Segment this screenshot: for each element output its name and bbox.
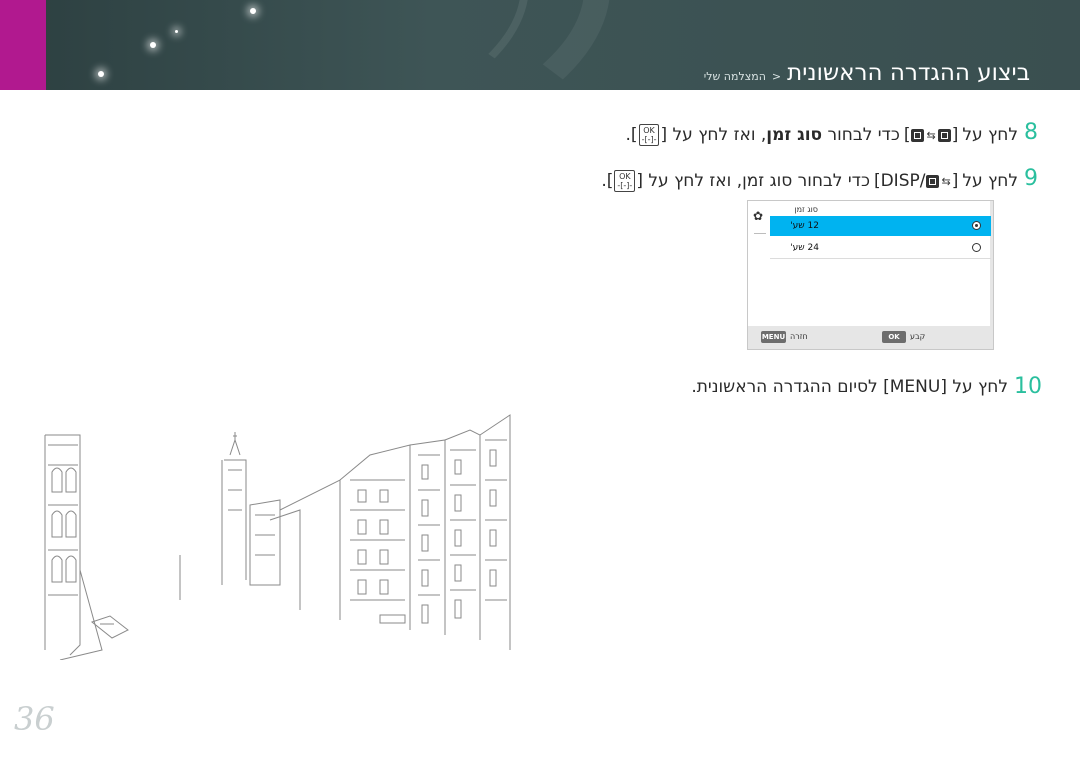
step-text: . — [601, 171, 607, 191]
sparkle-icon — [150, 42, 156, 48]
camera-screen: ✿ סוג זמן 12 שע' 24 שע' MENU חזרה OK קבע — [747, 200, 994, 350]
ok-icon: OK -[-]- — [614, 170, 636, 192]
radio-selected-icon[interactable] — [972, 221, 981, 230]
option-label: 12 שע' — [790, 221, 819, 231]
step-number: 8 — [1024, 120, 1038, 145]
step-text: , ואז לחץ על — [672, 125, 767, 145]
timer-icon — [937, 128, 951, 142]
page-number: 36 — [14, 700, 55, 738]
step-10-text: 10 לחץ על [MENU] לסיום ההגדרה הראשונית. — [691, 374, 1042, 399]
screen-sidebar: ✿ — [748, 201, 770, 326]
set-label: קבע — [910, 332, 926, 341]
timer-icon — [926, 174, 940, 188]
breadcrumb-section: המצלמה שלי — [703, 70, 766, 83]
step-text: כדי לבחור סוג זמן, ואז לחץ על — [648, 171, 870, 191]
ok-key-group: [OK -[-]-] — [630, 124, 668, 146]
breadcrumb-separator: < — [771, 70, 782, 83]
city-sketch-illustration — [44, 414, 511, 660]
ok-key-group: [OK -[-]-] — [606, 170, 643, 192]
menu-key[interactable]: MENU — [761, 331, 786, 343]
step-text: לחץ על [MENU] לסיום ההגדרה הראשונית. — [691, 376, 1008, 397]
step-text: . — [625, 125, 631, 145]
step-text: כדי לבחור — [827, 125, 900, 145]
option-label: 24 שע' — [790, 243, 819, 253]
header-banner: ביצוע ההגדרה הראשונית < המצלמה שלי — [0, 0, 1080, 90]
ok-key[interactable]: OK — [882, 331, 906, 343]
key-group: [⇆] — [903, 125, 959, 145]
step-8-text: לחץ על [⇆] כדי לבחור סוג זמן , ואז לחץ ע… — [626, 124, 1018, 146]
gear-icon: ✿ — [753, 209, 764, 223]
option-12h[interactable]: 12 שע' — [770, 216, 991, 236]
breadcrumb: ביצוע ההגדרה הראשונית < המצלמה שלי — [704, 60, 1030, 86]
sparkle-icon — [98, 71, 104, 77]
list-header: סוג זמן — [794, 205, 818, 214]
radio-icon[interactable] — [972, 243, 981, 252]
step-9-text: לחץ על [DISP/⇆] כדי לבחור סוג זמן, ואז ל… — [601, 170, 1018, 192]
option-24h[interactable]: 24 שע' — [770, 238, 991, 259]
step-number: 9 — [1024, 166, 1038, 191]
sparkle-icon — [250, 8, 256, 14]
step-text: לחץ על — [962, 171, 1018, 191]
step-text-bold: סוג זמן — [766, 125, 823, 145]
ok-icon: OK -[-]- — [638, 124, 660, 146]
step-text: לחץ על — [962, 125, 1018, 145]
chapter-tab — [0, 0, 46, 90]
time-type-list: סוג זמן 12 שע' 24 שע' — [770, 201, 991, 326]
arrows-icon: ⇆ — [941, 174, 951, 188]
screen-footer: MENU חזרה OK קבע — [748, 326, 993, 349]
back-label: חזרה — [790, 332, 808, 341]
arrows-icon: ⇆ — [926, 128, 936, 142]
key-group: [DISP/⇆] — [873, 171, 959, 191]
divider — [754, 233, 766, 234]
disp-key: DISP — [880, 171, 920, 191]
sparkle-icon — [175, 30, 178, 33]
drive-icon — [911, 128, 925, 142]
step-number: 10 — [1014, 374, 1042, 399]
page-title: ביצוע ההגדרה הראשונית — [787, 60, 1030, 86]
